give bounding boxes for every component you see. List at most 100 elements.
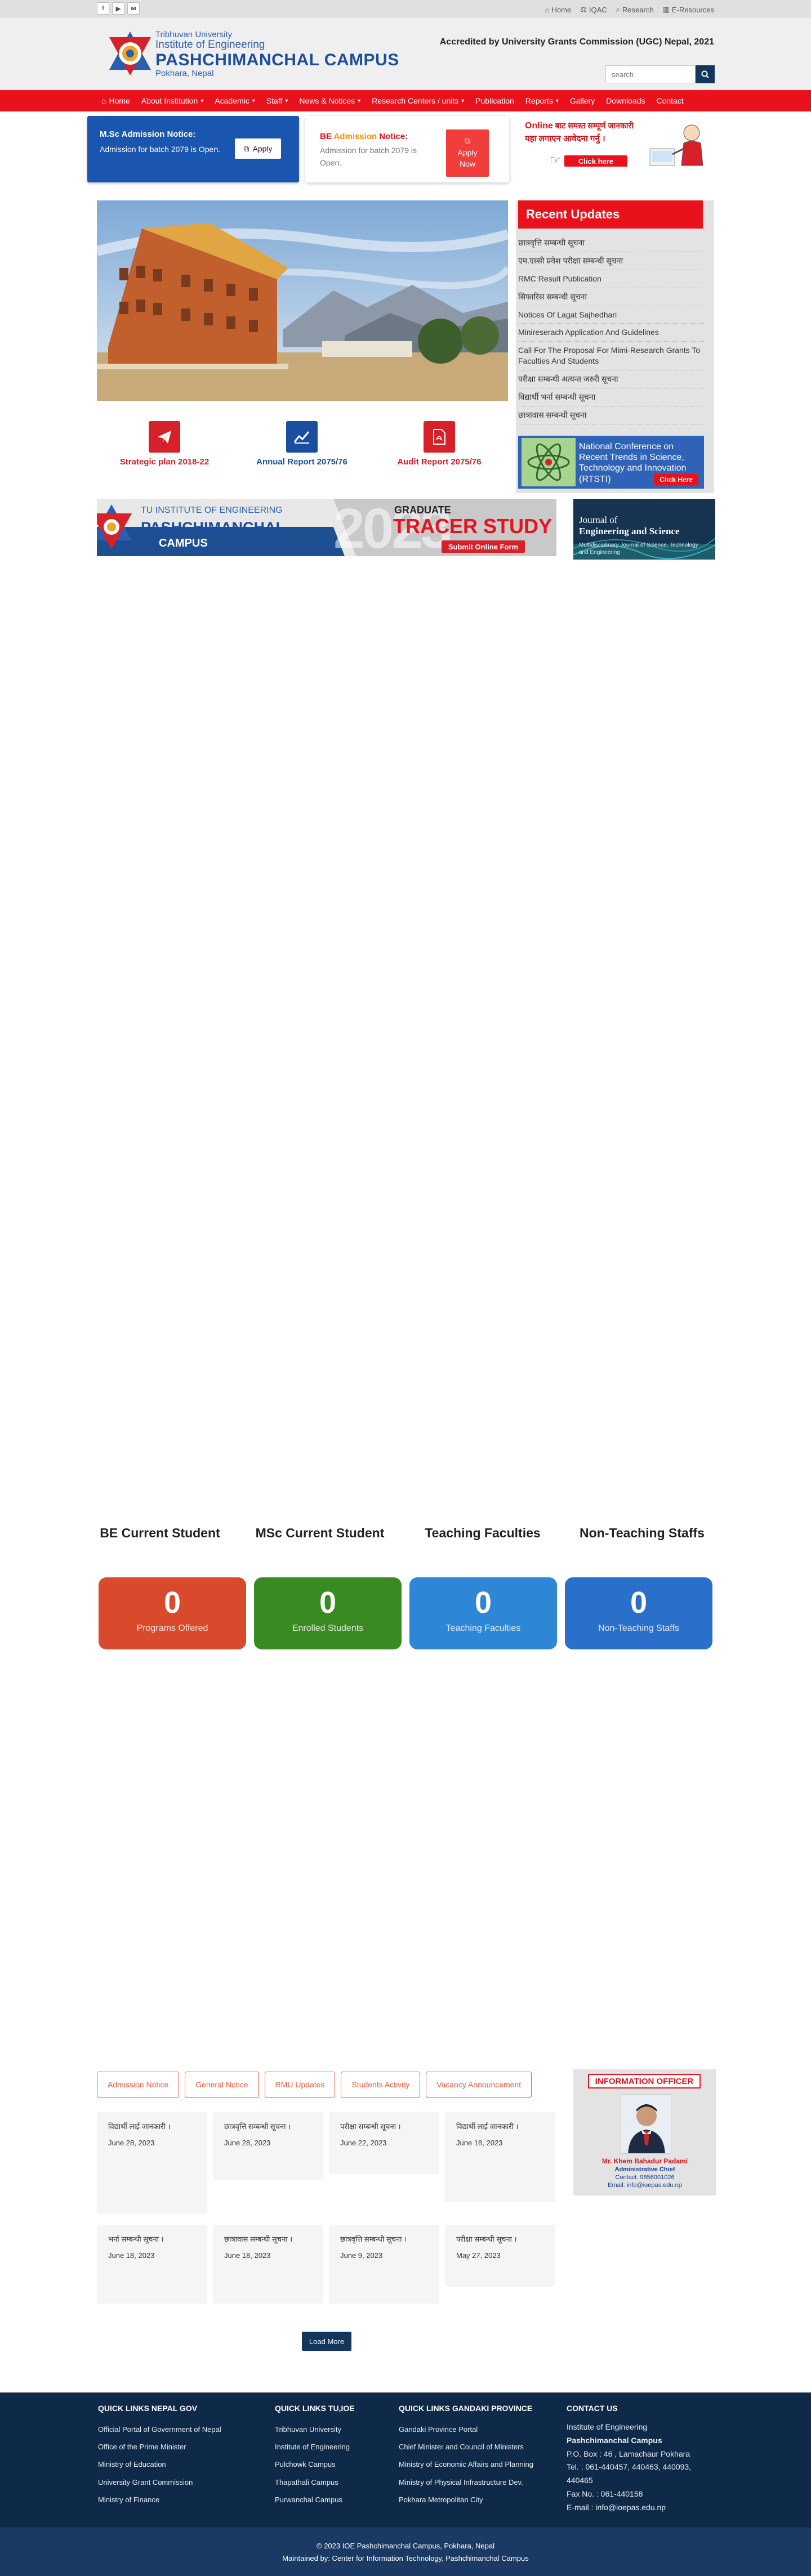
- utility-link-iqac[interactable]: ⚖ IQAC: [580, 5, 607, 14]
- nav-downloads[interactable]: Downloads: [606, 96, 645, 105]
- notice-card[interactable]: विद्यार्थी लाई जानकारी । June 18, 2023: [445, 2112, 555, 2202]
- notice-card[interactable]: भर्ना सम्बन्धी सूचना । June 18, 2023: [97, 2225, 207, 2304]
- nav-contact[interactable]: Contact: [656, 96, 683, 105]
- tab-admission-notice[interactable]: Admission Notice: [97, 2072, 180, 2098]
- youtube-icon[interactable]: ▶: [112, 2, 124, 15]
- journal-banner[interactable]: Journal of Engineering and Science Multi…: [573, 499, 715, 560]
- tab-rmu-updates[interactable]: RMU Updates: [264, 2072, 336, 2098]
- nav-research[interactable]: Research Centers / units ▾: [372, 96, 464, 105]
- utility-link-home[interactable]: ⌂ Home: [545, 5, 572, 14]
- utility-link-research[interactable]: ⌕ Research: [616, 5, 654, 14]
- social-links: f ▶ ✉: [97, 2, 140, 15]
- nav-publication[interactable]: Publication: [475, 96, 514, 105]
- nav-news[interactable]: News & Notices ▾: [299, 96, 360, 105]
- update-item[interactable]: Notices Of Lagat Sajhedhari: [518, 306, 704, 324]
- notice-card[interactable]: विद्यार्थी लाई जानकारी । June 28, 2023: [97, 2112, 207, 2213]
- logo-university: Tribhuvan University: [155, 30, 233, 39]
- nav-academic[interactable]: Academic ▾: [215, 96, 255, 105]
- footer-link[interactable]: Ministry of Economic Affairs and Plannin…: [399, 2456, 533, 2473]
- tab-vacancy-announcement[interactable]: Vacancy Announcement: [426, 2072, 532, 2098]
- nav-reports[interactable]: Reports ▾: [525, 96, 559, 105]
- be-apply-button[interactable]: ⧉ Apply Now: [446, 129, 489, 177]
- footer-link[interactable]: Thapathali Campus: [275, 2474, 355, 2491]
- annual-report-link[interactable]: Annual Report 2075/76: [246, 421, 358, 467]
- nav-label: Home: [109, 96, 130, 105]
- nav-label: Reports: [525, 96, 553, 105]
- footer-link[interactable]: Purwanchal Campus: [275, 2491, 355, 2508]
- update-item[interactable]: छात्रावास सम्बन्धी सूचना: [518, 406, 704, 424]
- online-line1-np: बाट समस्त सम्पूर्ण जानकारी: [552, 121, 634, 130]
- update-item[interactable]: Call For The Proposal For Mimi-Research …: [518, 342, 704, 371]
- msc-apply-button[interactable]: ⧉ Apply: [235, 138, 281, 159]
- footer-link[interactable]: Official Portal of Government of Nepal: [98, 2421, 221, 2438]
- search-input[interactable]: [605, 65, 696, 83]
- utility-links: ⌂ Home ⚖ IQAC ⌕ Research ▥ E-Resources: [545, 5, 714, 14]
- online-click-here-button[interactable]: Click here: [564, 155, 627, 167]
- load-more-button[interactable]: Load More: [302, 2332, 351, 2351]
- update-item[interactable]: सिफारिस सम्बन्धी सूचना: [518, 288, 704, 306]
- stat-card-nonteaching: 0 Non-Teaching Staffs: [565, 1577, 712, 1649]
- notice-card[interactable]: परीक्षा सम्बन्धी सूचना । June 22, 2023: [329, 2112, 439, 2174]
- tab-students-activity[interactable]: Students Activity: [341, 2072, 421, 2098]
- tracer-study-banner[interactable]: TU INSTITUTE OF ENGINEERING PASHCHIMANCH…: [97, 499, 556, 556]
- tracer-submit-button[interactable]: Submit Online Form: [442, 540, 525, 553]
- main-nav: ⌂ Home About Institution ▾ Academic ▾ Staff…: [0, 90, 811, 111]
- footer-link[interactable]: Office of the Prime Minister: [98, 2438, 221, 2456]
- notice-card[interactable]: छात्रवृत्ति सम्बन्धी सूचना । June 28, 20…: [213, 2112, 323, 2180]
- update-item[interactable]: छात्रवृत्ति सम्बन्धी सूचना: [518, 234, 704, 252]
- footer-col-contact: CONTACT US Institute of Engineering Pash…: [567, 2404, 719, 2515]
- footer-link[interactable]: Gandaki Province Portal: [399, 2421, 533, 2438]
- conference-banner[interactable]: National Conference on Recent Trends in …: [518, 436, 704, 489]
- notice-card[interactable]: परीक्षा सम्बन्धी सूचना । May 27, 2023: [445, 2225, 555, 2287]
- campus-logo-icon[interactable]: [107, 30, 153, 77]
- tab-general-notice[interactable]: General Notice: [185, 2072, 259, 2098]
- nav-home[interactable]: ⌂ Home: [101, 96, 130, 105]
- campus-logo-text[interactable]: Tribhuvan University Institute of Engine…: [155, 30, 399, 78]
- footer-link[interactable]: Ministry of Finance: [98, 2491, 221, 2508]
- officer-contact: Contact: 9856001026: [615, 2174, 675, 2181]
- update-item[interactable]: Minireserach Application And Guidelines: [518, 324, 704, 342]
- update-item[interactable]: RMC Result Publication: [518, 270, 704, 288]
- officer-email[interactable]: Email: info@ioepas.edu.np: [573, 2182, 716, 2189]
- online-admission-banner[interactable]: Online बाट समस्त सम्पूर्ण जानकारी यहा लग…: [519, 116, 716, 170]
- stat-card-msc: 0 Enrolled Students: [254, 1577, 402, 1649]
- notice-card-title: भर्ना सम्बन्धी सूचना ।: [108, 2235, 164, 2243]
- audit-report-link[interactable]: Audit Report 2075/76: [383, 421, 496, 467]
- online-banner-line2: यहा लगाएन आवेदना गर्नु ।: [525, 134, 605, 144]
- footer-link[interactable]: Pulchowk Campus: [275, 2456, 355, 2473]
- update-item[interactable]: विद्यार्थी भर्ना सम्बन्धी सूचना: [518, 388, 704, 406]
- utility-link-eresources[interactable]: ▥ E-Resources: [663, 5, 714, 14]
- notice-card[interactable]: छात्रावास सम्बन्धी सूचना । June 18, 2023: [213, 2225, 323, 2304]
- search-button[interactable]: [696, 65, 715, 83]
- msc-notice-body: Admission for batch 2079 is Open.: [100, 145, 221, 154]
- footer-link[interactable]: Ministry of Education: [98, 2456, 221, 2473]
- stat-caption: Enrolled Students: [292, 1624, 364, 1633]
- facebook-icon[interactable]: f: [97, 2, 109, 15]
- logo-institute: Institute of Engineering: [155, 39, 265, 51]
- nav-about[interactable]: About Institution ▾: [141, 96, 203, 105]
- footer-link[interactable]: Chief Minister and Council of Ministers: [399, 2438, 533, 2456]
- notice-card[interactable]: छात्रवृत्ति सम्बन्धी सूचना । June 9, 202…: [329, 2225, 439, 2304]
- notice-tabs: Admission Notice General Notice RMU Upda…: [97, 2072, 532, 2098]
- update-item[interactable]: एम.एस्सी प्रवेश परीक्षा सम्बन्धी सूचना: [518, 252, 704, 270]
- tracer-tu-text: TU INSTITUTE OF ENGINEERING: [141, 506, 283, 515]
- nav-staff[interactable]: Staff ▾: [266, 96, 288, 105]
- footer-link[interactable]: Tribhuvan University: [275, 2421, 355, 2438]
- update-item[interactable]: परीक्षा सम्बन्धी अत्यन्त जरुरी सूचना: [518, 370, 704, 389]
- stat-card-be: 0 Programs Offered: [99, 1577, 246, 1649]
- email-icon[interactable]: ✉: [127, 2, 140, 15]
- paper-plane-icon: [149, 421, 180, 453]
- strategic-plan-link[interactable]: Strategic plan 2018-22: [108, 421, 221, 467]
- contact-email[interactable]: E-mail : info@ioepas.edu.np: [567, 2501, 719, 2515]
- stat-card-teaching: 0 Teaching Faculties: [409, 1577, 557, 1649]
- footer-link[interactable]: Institute of Engineering: [275, 2438, 355, 2456]
- footer-link[interactable]: Ministry of Physical Infrastructure Dev.: [399, 2474, 533, 2491]
- nav-gallery[interactable]: Gallery: [570, 96, 595, 105]
- notice-card-title: विद्यार्थी लाई जानकारी ।: [456, 2122, 519, 2131]
- footer-link[interactable]: University Grant Commission: [98, 2474, 221, 2491]
- apply-label: Apply: [252, 144, 273, 153]
- chevron-down-icon: ▾: [358, 97, 361, 104]
- pointing-hand-icon: ☞: [550, 153, 561, 167]
- conference-click-here-button[interactable]: Click Here: [654, 474, 698, 485]
- footer-link[interactable]: Pokhara Metropolitan City: [399, 2491, 533, 2508]
